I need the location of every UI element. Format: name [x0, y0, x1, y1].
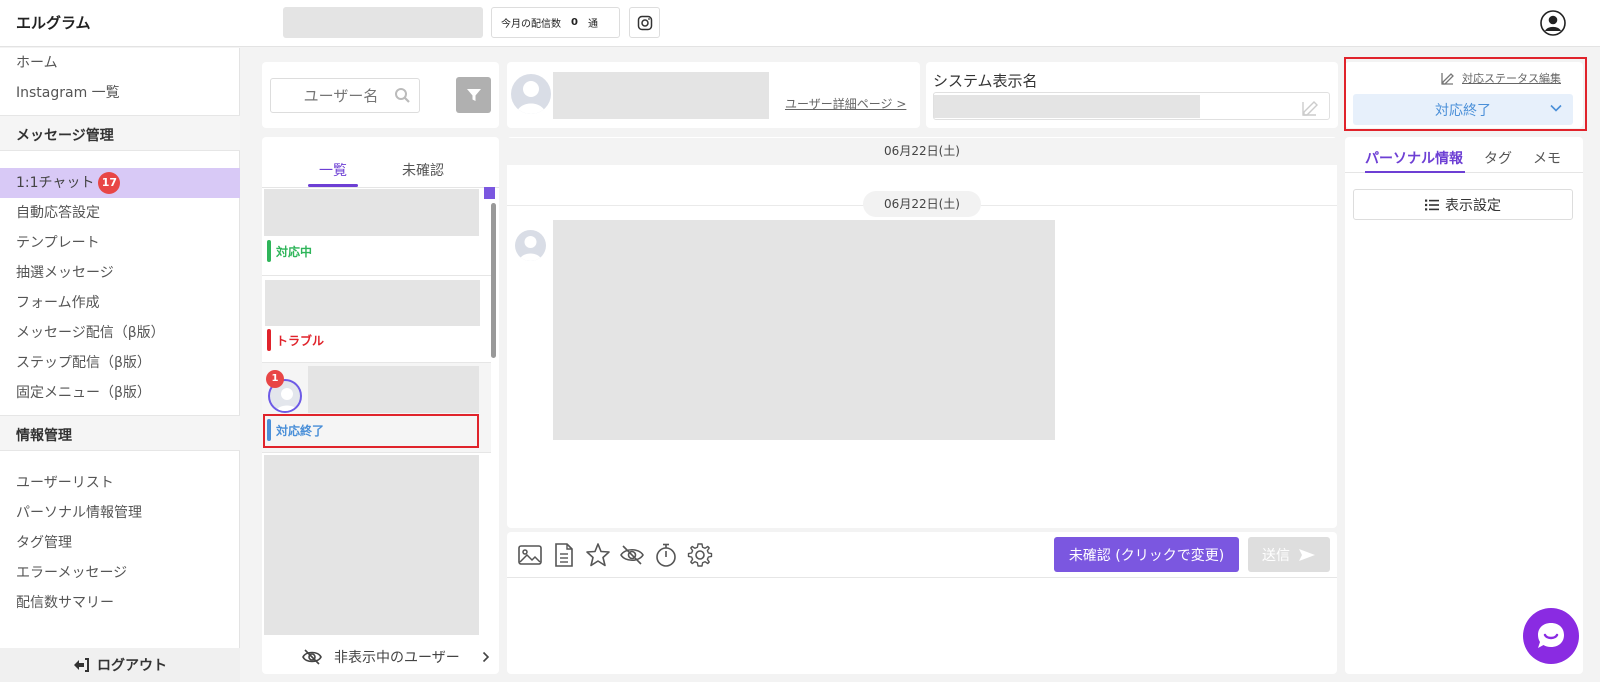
sidebar: ホーム Instagram 一覧 メッセージ管理 1:1チャット 17 自動応答設… — [0, 48, 240, 682]
list-tabs: 一覧 未確認 — [262, 150, 499, 188]
conversation-status-2: トラブル — [267, 329, 324, 351]
status-label: トラブル — [276, 333, 325, 348]
sidebar-item-form[interactable]: フォーム作成 — [0, 288, 240, 318]
highlight-box — [1344, 57, 1587, 131]
section-info-management: 情報管理 — [16, 428, 72, 444]
sidebar-item-home[interactable]: ホーム — [0, 48, 240, 78]
status-bar — [267, 240, 271, 262]
list-icon — [1425, 199, 1439, 210]
sidebar-item-error-message[interactable]: エラーメッセージ — [0, 558, 240, 588]
user-avatar — [511, 74, 551, 114]
sidebar-item-1on1-chat[interactable]: 1:1チャット 17 — [0, 168, 240, 198]
sidebar-item-personal-info[interactable]: パーソナル情報管理 — [0, 498, 240, 528]
sidebar-item-instagram-list[interactable]: Instagram 一覧 — [0, 78, 240, 108]
user-account-icon[interactable] — [1540, 10, 1566, 36]
message-input[interactable] — [509, 579, 1335, 671]
hidden-users-label: 非表示中のユーザー — [334, 650, 460, 666]
date-header: 06月22日(土) — [507, 138, 1337, 165]
count-label: 今月の配信数 — [501, 19, 561, 30]
tab-unconfirmed[interactable]: 未確認 — [402, 160, 444, 180]
hidden-users-link[interactable]: 非表示中のユーザー — [262, 642, 499, 672]
section-message-management: メッセージ管理 — [16, 128, 114, 144]
account-selector[interactable] — [283, 7, 483, 38]
sidebar-item-label: 1:1チャット — [16, 175, 95, 191]
tab-tag[interactable]: タグ — [1484, 148, 1512, 168]
sidebar-item-template[interactable]: テンプレート — [0, 228, 240, 258]
tab-personal-info[interactable]: パーソナル情報 — [1365, 148, 1463, 168]
status-label: 対応中 — [276, 244, 313, 259]
app-logo[interactable]: エルグラム — [16, 12, 91, 33]
edit-icon[interactable] — [1301, 97, 1321, 117]
send-label: 送信 — [1262, 547, 1290, 564]
status-bar — [267, 329, 271, 351]
top-header: エルグラム 今月の配信数 0 通 — [0, 0, 1600, 47]
conversation-preview[interactable] — [265, 280, 480, 326]
sidebar-item-fixed-menu[interactable]: 固定メニュー（β版） — [0, 378, 240, 408]
count-unit: 通 — [587, 19, 598, 30]
support-chat-button[interactable] — [1523, 608, 1579, 664]
send-icon — [1299, 548, 1315, 561]
filter-icon — [466, 89, 481, 101]
system-name-field[interactable] — [933, 92, 1330, 120]
unread-badge: 17 — [98, 172, 121, 194]
conversation-status-1: 対応中 — [267, 240, 312, 262]
display-settings-label: 表示設定 — [1445, 197, 1501, 214]
conversation-preview — [308, 366, 479, 413]
sidebar-item-broadcast[interactable]: メッセージ配信（β版） — [0, 318, 240, 348]
tab-memo[interactable]: メモ — [1533, 148, 1561, 168]
instagram-button[interactable] — [629, 7, 660, 38]
user-search-input[interactable] — [281, 79, 401, 112]
unread-badge: 1 — [266, 370, 284, 388]
conversation-preview[interactable] — [264, 455, 479, 635]
count-value: 0 — [571, 17, 578, 28]
search-icon[interactable] — [394, 87, 411, 104]
conversation-preview[interactable] — [264, 189, 479, 236]
divider — [262, 452, 491, 453]
filter-button[interactable] — [456, 77, 491, 113]
avatar-icon — [516, 81, 546, 114]
document-icon[interactable] — [550, 541, 578, 569]
sidebar-item-delivery-summary[interactable]: 配信数サマリー — [0, 588, 240, 618]
logout-icon — [74, 658, 89, 672]
bookmark-icon — [484, 187, 495, 199]
image-icon[interactable] — [516, 541, 544, 569]
eye-slash-icon[interactable] — [618, 541, 646, 569]
unconfirmed-toggle-button[interactable]: 未確認 (クリックで変更) — [1054, 537, 1239, 572]
tab-all[interactable]: 一覧 — [319, 160, 347, 180]
active-tab-underline — [1365, 171, 1465, 173]
sidebar-item-step[interactable]: ステップ配信（β版） — [0, 348, 240, 378]
star-icon[interactable] — [584, 541, 612, 569]
date-pill: 06月22日(土) — [863, 191, 981, 217]
timer-icon[interactable] — [652, 541, 680, 569]
sidebar-item-lottery[interactable]: 抽選メッセージ — [0, 258, 240, 288]
display-settings-button[interactable]: 表示設定 — [1353, 189, 1573, 220]
chat-bubble-icon — [1538, 623, 1564, 648]
gear-icon[interactable] — [686, 541, 714, 569]
eye-slash-icon — [302, 649, 322, 665]
divider — [262, 275, 491, 276]
logout-label: ログアウト — [97, 658, 167, 674]
system-name-label: システム表示名 — [933, 72, 1038, 90]
highlight-box — [263, 414, 479, 448]
list-scrollbar[interactable] — [491, 203, 496, 358]
message-image[interactable] — [553, 220, 1055, 440]
user-detail-link[interactable]: ユーザー詳細ページ > — [785, 95, 906, 112]
send-button[interactable]: 送信 — [1248, 537, 1330, 572]
avatar-icon — [519, 236, 542, 261]
active-tab-underline — [308, 184, 358, 187]
logout-button[interactable]: ログアウト — [0, 648, 240, 682]
user-search-box — [270, 78, 420, 113]
composer-divider — [507, 577, 1337, 578]
sidebar-item-auto-reply[interactable]: 自動応答設定 — [0, 198, 240, 228]
chevron-right-icon — [482, 651, 489, 663]
monthly-delivery-count: 今月の配信数 0 通 — [491, 7, 620, 38]
system-name-value — [934, 95, 1200, 118]
sidebar-item-user-list[interactable]: ユーザーリスト — [0, 468, 240, 498]
user-name-placeholder — [553, 72, 769, 119]
message-avatar — [515, 230, 546, 261]
instagram-icon — [637, 15, 652, 30]
sidebar-item-tag-management[interactable]: タグ管理 — [0, 528, 240, 558]
